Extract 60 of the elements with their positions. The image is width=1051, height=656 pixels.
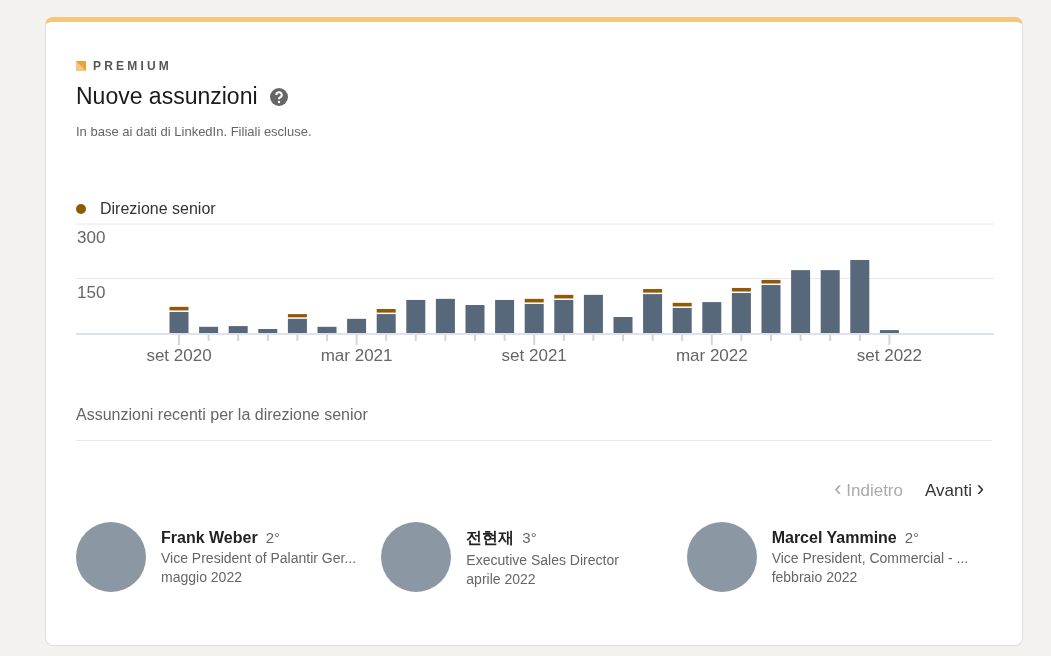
- person-name[interactable]: 전현재: [466, 527, 515, 549]
- bar: [731, 293, 751, 333]
- bar: [347, 318, 367, 333]
- legend-label: Direzione senior: [100, 200, 216, 218]
- bar: [761, 285, 781, 333]
- bar: [435, 298, 455, 333]
- bar: [317, 326, 337, 333]
- bar: [258, 329, 278, 333]
- card-title: Nuove assunzioni: [76, 83, 258, 110]
- bar-segment: [524, 298, 544, 303]
- premium-label: PREMIUM: [93, 59, 173, 73]
- bar: [228, 326, 248, 333]
- x-axis-label: mar 2021: [320, 346, 393, 365]
- bar: [406, 299, 426, 333]
- bar: [554, 299, 574, 333]
- bar-segment: [672, 302, 692, 307]
- bar: [613, 317, 633, 333]
- bar: [702, 302, 722, 333]
- person-name[interactable]: Marcel Yammine: [771, 529, 897, 547]
- connection-degree: 2°: [265, 529, 280, 546]
- bar-segment: [643, 289, 663, 293]
- person-role: Executive Sales Director: [466, 551, 619, 568]
- bar: [791, 270, 811, 333]
- bar: [524, 303, 544, 333]
- bar: [879, 330, 899, 333]
- bar-segment: [287, 314, 307, 318]
- bar: [820, 270, 840, 333]
- hire-date: febbraio 2022: [771, 569, 859, 585]
- x-axis-label: set 2021: [501, 346, 567, 365]
- y-axis-label: 150: [77, 282, 106, 302]
- section-heading: Assunzioni recenti per la direzione senior: [76, 406, 992, 441]
- bar: [465, 305, 485, 333]
- bar: [199, 326, 219, 333]
- bar: [672, 307, 692, 333]
- bar: [287, 318, 307, 333]
- person-role: Vice President of Palantir Ger...: [161, 550, 357, 566]
- next-button[interactable]: Avanti ›: [925, 476, 984, 502]
- bar-segment: [761, 279, 781, 284]
- person-role: Vice President, Commercial - ...: [771, 550, 969, 566]
- subtitle: In base ai dati di LinkedIn. Filiali escluse.: [76, 124, 313, 139]
- x-axis-label: set 2022: [856, 346, 922, 365]
- bar: [169, 311, 189, 333]
- premium-icon: [76, 61, 86, 71]
- connection-degree: 2°: [904, 529, 920, 546]
- bar: [643, 294, 663, 333]
- connection-degree: 3°: [522, 528, 537, 546]
- person-name[interactable]: Frank Weber: [161, 529, 258, 547]
- x-axis-label: set 2020: [146, 346, 212, 365]
- help-icon[interactable]: [269, 87, 288, 106]
- bar-segment: [554, 294, 574, 299]
- bar: [495, 299, 515, 333]
- bar-segment: [731, 287, 751, 292]
- bar-segment: [169, 306, 189, 311]
- y-axis-label: 300: [77, 228, 106, 247]
- x-axis-label: mar 2022: [675, 346, 748, 365]
- hire-date: aprile 2022: [466, 570, 537, 587]
- hire-date: maggio 2022: [161, 569, 243, 585]
- bar: [376, 314, 396, 333]
- bar: [583, 294, 603, 333]
- bar-segment: [376, 309, 396, 313]
